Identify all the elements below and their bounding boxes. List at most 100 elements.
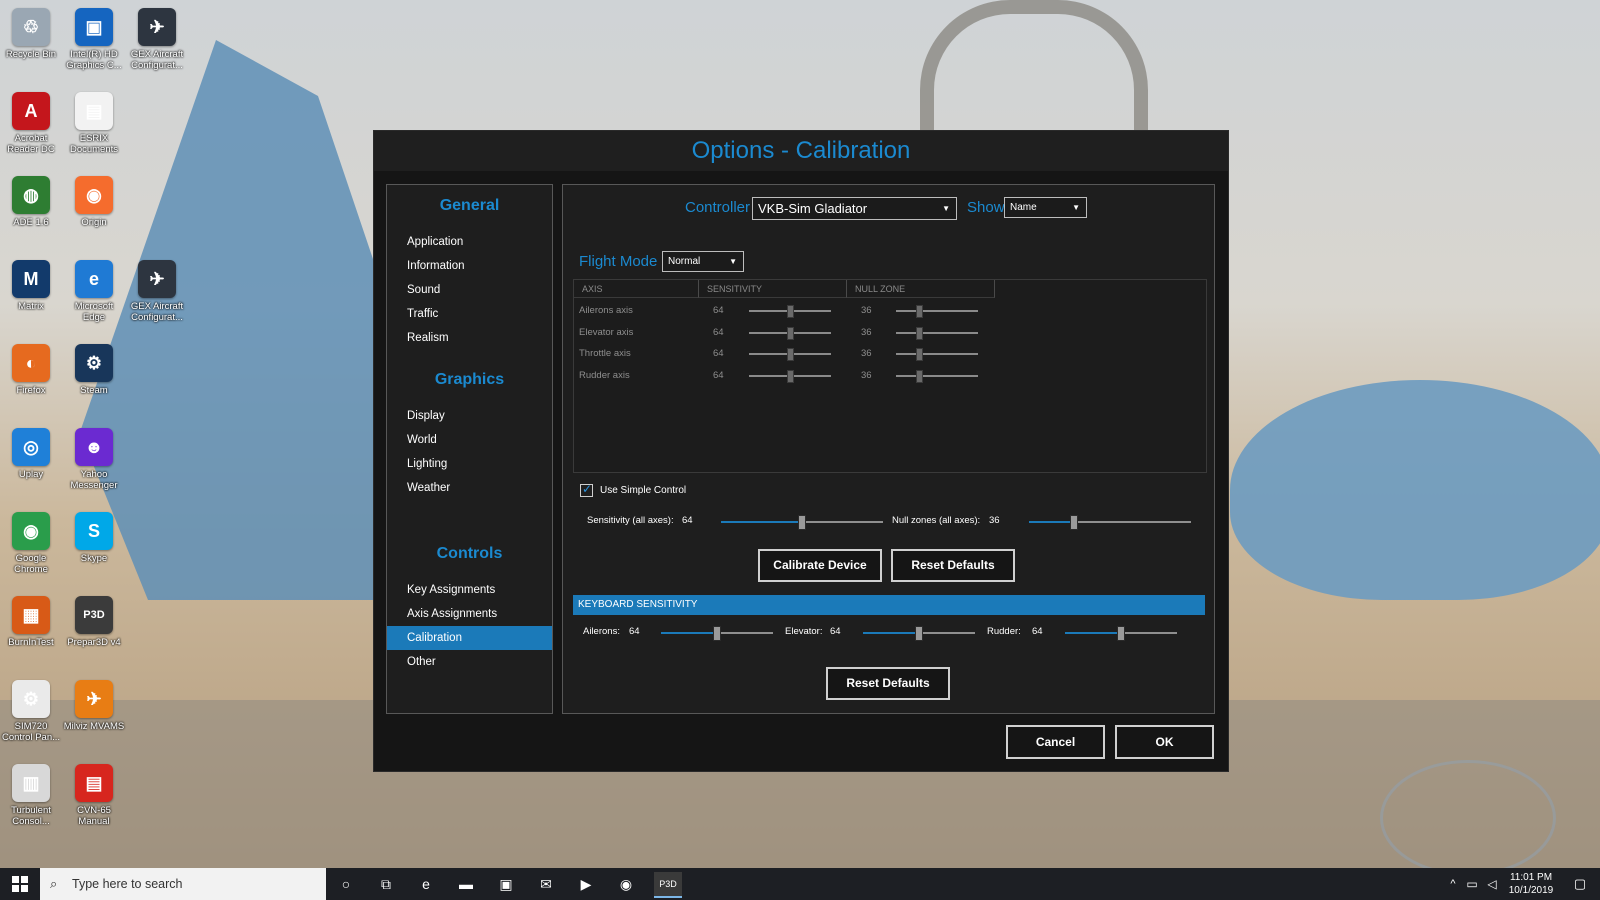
keyboard-reset-defaults-button[interactable]: Reset Defaults — [826, 667, 950, 700]
keyboard-slider-thumb[interactable] — [713, 626, 721, 641]
sidebar-item-realism[interactable]: Realism — [387, 326, 552, 350]
show-dropdown[interactable]: Name ▼ — [1004, 197, 1087, 218]
null-zone-slider[interactable] — [896, 305, 978, 318]
sidebar-item-weather[interactable]: Weather — [387, 476, 552, 500]
sensitivity-thumb[interactable] — [787, 305, 794, 318]
sidebar-item-traffic[interactable]: Traffic — [387, 302, 552, 326]
sensitivity-thumb[interactable] — [787, 369, 794, 383]
keyboard-elevator-label: Elevator: — [785, 626, 823, 637]
desktop-shortcut[interactable]: ☻ Yahoo Messenger — [63, 428, 125, 491]
taskbar-clock[interactable]: 11:01 PM 10/1/2019 — [1505, 871, 1557, 897]
desktop-shortcut[interactable]: ✈ GEX Aircraft Configurat... — [126, 260, 188, 323]
desktop-shortcut-label: Intel(R) HD Graphics C... — [66, 49, 122, 71]
media-player-icon[interactable]: ▶ — [574, 872, 598, 896]
notifications-icon[interactable]: ▢ — [1568, 872, 1592, 896]
desktop-shortcut[interactable]: e Microsoft Edge — [63, 260, 125, 323]
show-label: Show — [967, 199, 1005, 216]
desktop-shortcut[interactable]: ◉ Origin — [63, 176, 125, 228]
section-heading-general: General — [439, 197, 500, 214]
sensitivity-all-thumb[interactable] — [798, 515, 806, 530]
keyboard-elevator-slider[interactable] — [863, 626, 975, 641]
desktop-shortcut[interactable]: ♲ Recycle Bin — [0, 8, 62, 60]
null-zone-slider[interactable] — [896, 326, 978, 340]
desktop-shortcut[interactable]: ▤ CVN-65 Manual — [63, 764, 125, 827]
store-icon[interactable]: ▣ — [494, 872, 518, 896]
cortana-icon[interactable]: ○ — [334, 872, 358, 896]
sidebar-item-other[interactable]: Other — [387, 650, 552, 674]
null-zones-all-thumb[interactable] — [1070, 515, 1079, 530]
chrome-icon[interactable]: ◉ — [614, 872, 638, 896]
edge-icon: e — [75, 260, 113, 298]
sidebar-item-world[interactable]: World — [387, 428, 552, 452]
null-zone-thumb[interactable] — [916, 305, 924, 318]
axis-name: Elevator axis — [579, 326, 634, 338]
sidebar-item-calibration[interactable]: Calibration — [387, 626, 552, 650]
edge-icon[interactable]: e — [414, 872, 438, 896]
null-zone-slider[interactable] — [896, 369, 978, 383]
sidebar-item-key-assignments[interactable]: Key Assignments — [387, 578, 552, 602]
sensitivity-slider[interactable] — [749, 305, 831, 318]
keyboard-rudder-slider[interactable] — [1065, 626, 1177, 641]
null-zone-thumb[interactable] — [916, 326, 924, 340]
sidebar-item-display[interactable]: Display — [387, 404, 552, 428]
mail-icon[interactable]: ✉ — [534, 872, 558, 896]
sensitivity-slider[interactable] — [749, 348, 831, 361]
null-zones-all-slider[interactable] — [1029, 515, 1191, 530]
null-zone-thumb[interactable] — [916, 369, 924, 383]
keyboard-ailerons-slider[interactable] — [661, 626, 773, 641]
sidebar-item-application[interactable]: Application — [387, 230, 552, 254]
sensitivity-all-slider[interactable] — [721, 515, 883, 530]
null-zone-slider[interactable] — [896, 348, 978, 361]
sensitivity-slider[interactable] — [749, 369, 831, 383]
desktop-shortcut[interactable]: P3D Prepar3D v4 — [63, 596, 125, 648]
desktop-shortcut[interactable]: ▥ Turbulent Consol... — [0, 764, 62, 827]
desktop-shortcut[interactable]: S Skype — [63, 512, 125, 564]
desktop-shortcut[interactable]: ✈ Milviz MVAMS — [63, 680, 125, 732]
sidebar-item-sound[interactable]: Sound — [387, 278, 552, 302]
reset-defaults-button[interactable]: Reset Defaults — [891, 549, 1015, 582]
desktop-shortcut[interactable]: A Acrobat Reader DC — [0, 92, 62, 155]
keyboard-ailerons-value: 64 — [629, 626, 640, 637]
desktop-shortcut[interactable]: ◎ Uplay — [0, 428, 62, 480]
desktop-shortcut[interactable]: M Matrix — [0, 260, 62, 312]
sensitivity-slider[interactable] — [749, 326, 831, 340]
desktop-shortcut[interactable]: ▦ BurnInTest — [0, 596, 62, 648]
prepar3d-icon[interactable]: P3D — [654, 872, 682, 898]
taskbar-search-box[interactable]: ⌕ Type here to search — [40, 868, 326, 900]
desktop-shortcut[interactable]: ◉ Google Chrome — [0, 512, 62, 575]
show-value: Name — [1010, 202, 1037, 213]
sensitivity-thumb[interactable] — [787, 348, 794, 361]
flight-mode-dropdown[interactable]: Normal ▼ — [662, 251, 744, 272]
null-zone-thumb[interactable] — [916, 348, 924, 361]
sensitivity-thumb[interactable] — [787, 326, 794, 340]
acrobat-icon: A — [12, 92, 50, 130]
desktop-shortcut[interactable]: ⚙ Steam — [63, 344, 125, 396]
desktop-shortcut[interactable]: ◐ Firefox — [0, 344, 62, 396]
file-explorer-icon[interactable]: ▬ — [454, 872, 478, 896]
desktop-shortcut[interactable]: ✈ GEX Aircraft Configurat... — [126, 8, 188, 71]
calibrate-device-button[interactable]: Calibrate Device — [758, 549, 882, 582]
sidebar-item-axis-assignments[interactable]: Axis Assignments — [387, 602, 552, 626]
task-view-icon[interactable]: ⧉ — [374, 872, 398, 896]
sidebar-item-lighting[interactable]: Lighting — [387, 452, 552, 476]
ok-button[interactable]: OK — [1115, 725, 1214, 759]
chevron-down-icon: ▼ — [1072, 203, 1080, 212]
steam-icon: ⚙ — [75, 344, 113, 382]
volume-icon[interactable]: ◁ — [1480, 872, 1504, 896]
keyboard-slider-thumb[interactable] — [915, 626, 923, 641]
desktop-shortcut[interactable]: ▤ ESRIX Documents — [63, 92, 125, 155]
use-simple-control-checkbox[interactable]: ✓ — [580, 482, 593, 497]
desktop-shortcut[interactable]: ⚙ SIM720 Control Pan... — [0, 680, 62, 743]
table-row[interactable]: Ailerons axis 64 36 — [574, 300, 1206, 322]
keyboard-slider-thumb[interactable] — [1117, 626, 1125, 641]
desktop-shortcut[interactable]: ◍ ADE 1.6 — [0, 176, 62, 228]
table-row[interactable]: Throttle axis 64 36 — [574, 343, 1206, 365]
desktop-shortcut[interactable]: ▣ Intel(R) HD Graphics C... — [63, 8, 125, 71]
calibration-panel: Controller VKB-Sim Gladiator ▼ Show Name… — [562, 184, 1215, 714]
table-row[interactable]: Elevator axis 64 36 — [574, 322, 1206, 344]
table-row[interactable]: Rudder axis 64 36 — [574, 365, 1206, 387]
cancel-button[interactable]: Cancel — [1006, 725, 1105, 759]
windows-start-icon[interactable] — [8, 872, 32, 896]
sidebar-item-information[interactable]: Information — [387, 254, 552, 278]
controller-dropdown[interactable]: VKB-Sim Gladiator ▼ — [752, 197, 957, 220]
